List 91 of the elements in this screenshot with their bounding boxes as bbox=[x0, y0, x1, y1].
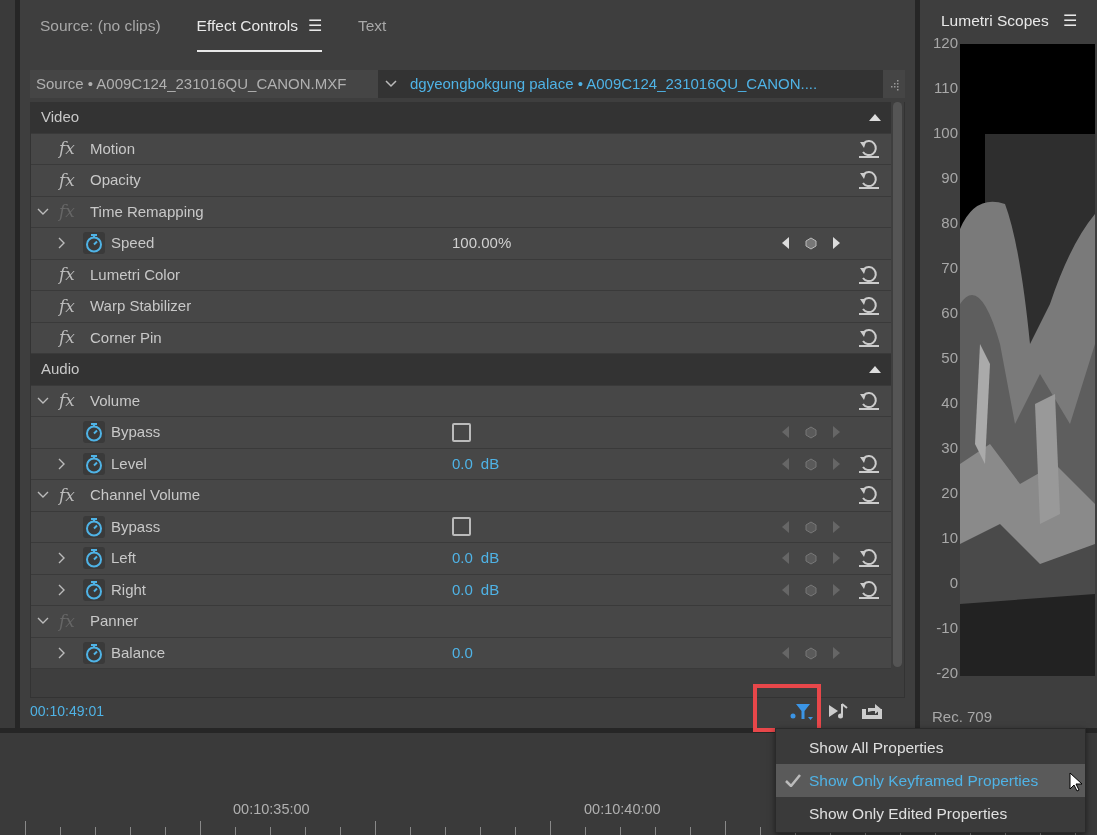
effect-name: Opacity bbox=[90, 170, 141, 190]
panel-menu-icon[interactable]: ☰ bbox=[308, 14, 322, 38]
panel-menu-icon[interactable]: ☰ bbox=[1062, 8, 1077, 32]
effect-name: Time Remapping bbox=[90, 201, 204, 222]
sequence-clip-link[interactable]: dgyeongbokgung palace • A009C124_231016QU_CANON.... bbox=[404, 70, 875, 98]
fx-toggle[interactable]: fx bbox=[59, 388, 81, 414]
value-field[interactable]: 0.0 bbox=[452, 452, 473, 475]
panel-tab[interactable]: Effect Controls ☰ bbox=[196, 8, 322, 52]
scale-label: 100 bbox=[932, 122, 958, 143]
effect-name: Warp Stabilizer bbox=[90, 296, 192, 316]
timecode[interactable]: 00:10:49:01 bbox=[30, 700, 104, 722]
scale-label: 0 bbox=[949, 572, 958, 593]
menu-item[interactable]: Show Only Edited Properties bbox=[776, 797, 1085, 830]
unit-label: dB bbox=[480, 453, 500, 474]
filter-icon bbox=[790, 701, 814, 721]
panel-tab[interactable]: Source: (no clips) bbox=[40, 8, 161, 52]
effect-name: Volume bbox=[90, 390, 141, 411]
reset-icon[interactable] bbox=[858, 548, 880, 569]
effect-name: Corner Pin bbox=[90, 327, 162, 348]
stopwatch-icon[interactable] bbox=[83, 515, 105, 538]
reset-icon[interactable] bbox=[858, 264, 880, 285]
checkmark-icon bbox=[785, 774, 801, 787]
property-name: Left bbox=[111, 548, 137, 568]
export-icon bbox=[860, 702, 884, 720]
fx-toggle[interactable]: fx bbox=[59, 482, 81, 508]
value-field[interactable]: 0.0 bbox=[452, 641, 473, 664]
scale-label: 30 bbox=[941, 437, 958, 458]
value-field[interactable]: 0.0 bbox=[452, 578, 473, 601]
scale-label: 120 bbox=[932, 32, 958, 53]
scale-label: 20 bbox=[941, 482, 958, 503]
reset-icon[interactable] bbox=[858, 170, 880, 191]
unit-label: dB bbox=[480, 579, 500, 600]
fx-toggle[interactable]: fx bbox=[59, 293, 81, 319]
effect-name: Channel Volume bbox=[90, 485, 201, 505]
property-name: Bypass bbox=[111, 422, 161, 442]
fx-toggle[interactable]: fx bbox=[59, 136, 81, 162]
color-standard-label: Rec. 709 bbox=[932, 707, 993, 725]
scale-label: -20 bbox=[936, 662, 958, 683]
stopwatch-icon[interactable] bbox=[83, 641, 105, 664]
reset-icon[interactable] bbox=[858, 390, 880, 411]
section-label: Audio bbox=[41, 359, 80, 379]
scale-label: 60 bbox=[941, 302, 958, 323]
property-name: Balance bbox=[111, 642, 166, 663]
collapse-arrow-icon[interactable] bbox=[869, 365, 881, 374]
mouse-cursor-icon bbox=[1069, 772, 1083, 792]
stopwatch-icon[interactable] bbox=[83, 547, 105, 570]
timecode-label: 00:10:40:00 bbox=[584, 800, 661, 819]
effect-name: Motion bbox=[90, 138, 136, 159]
menu-item[interactable]: Show All Properties bbox=[776, 731, 1085, 764]
unit-label: dB bbox=[480, 548, 500, 568]
checkbox[interactable] bbox=[452, 422, 471, 442]
panel-title: Lumetri Scopes bbox=[941, 10, 1049, 31]
scale-label: 40 bbox=[941, 392, 958, 413]
reset-icon[interactable] bbox=[858, 138, 880, 159]
play-audio-icon bbox=[827, 702, 849, 720]
scale-label: 90 bbox=[941, 167, 958, 188]
stopwatch-icon[interactable] bbox=[83, 452, 105, 475]
property-name: Level bbox=[111, 453, 147, 474]
keyframe-nav-icon[interactable] bbox=[781, 236, 841, 251]
effect-name: Panner bbox=[90, 611, 139, 631]
scale-label: 10 bbox=[941, 527, 958, 548]
reset-icon[interactable] bbox=[858, 453, 880, 474]
property-name: Speed bbox=[111, 233, 155, 253]
reset-icon[interactable] bbox=[858, 327, 880, 348]
panel-tab[interactable]: Text bbox=[358, 8, 387, 52]
stopwatch-icon[interactable] bbox=[83, 578, 105, 601]
effect-name: Lumetri Color bbox=[90, 264, 181, 285]
scale-label: 70 bbox=[941, 257, 958, 278]
scale-label: 50 bbox=[941, 347, 958, 368]
checkbox[interactable] bbox=[452, 517, 471, 537]
value-field[interactable]: 100.00% bbox=[452, 232, 512, 255]
scale-label: 110 bbox=[934, 77, 958, 98]
fx-toggle[interactable]: fx bbox=[59, 325, 81, 351]
property-name: Bypass bbox=[111, 516, 161, 537]
source-clip-label: Source • A009C124_231016QU_CANON.MXF bbox=[30, 70, 378, 98]
scale-label: 80 bbox=[941, 212, 958, 233]
fx-toggle[interactable]: fx bbox=[59, 167, 81, 193]
chevron-down-icon[interactable] bbox=[385, 80, 397, 88]
value-field[interactable]: 0.0 bbox=[452, 547, 473, 570]
timecode-label: 00:10:35:00 bbox=[233, 800, 310, 819]
reset-icon[interactable] bbox=[858, 485, 880, 506]
reset-icon[interactable] bbox=[858, 579, 880, 600]
section-label: Video bbox=[41, 107, 80, 127]
stopwatch-icon[interactable] bbox=[83, 421, 105, 444]
reset-icon[interactable] bbox=[858, 296, 880, 317]
menu-item[interactable]: Show Only Keyframed Properties bbox=[776, 764, 1085, 797]
collapse-arrow-icon[interactable] bbox=[869, 113, 881, 122]
fx-toggle[interactable]: fx bbox=[59, 262, 81, 288]
property-name: Right bbox=[111, 579, 147, 600]
stopwatch-icon[interactable] bbox=[83, 232, 105, 255]
scale-label: -10 bbox=[936, 617, 958, 638]
